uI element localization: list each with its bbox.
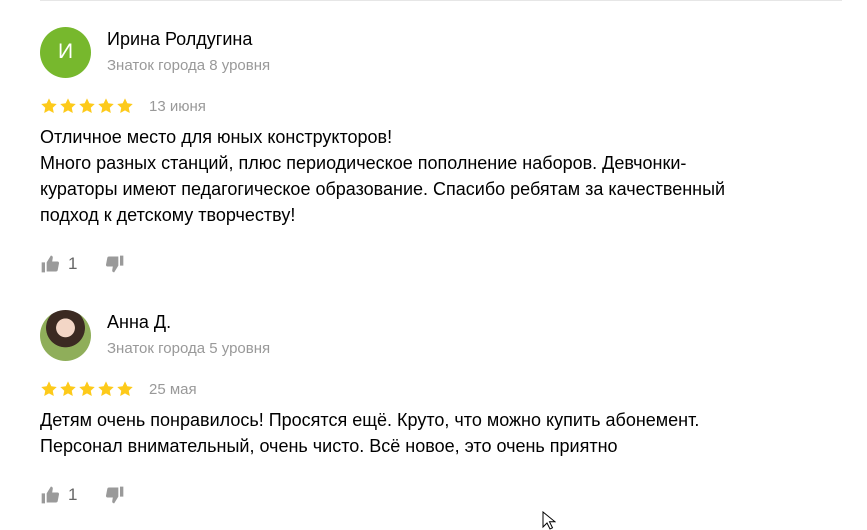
star-icon [78, 380, 96, 398]
review-card: И Ирина Ролдугина Знаток города 8 уровня… [40, 26, 830, 276]
star-rating [40, 97, 135, 115]
avatar-letter: И [57, 40, 74, 63]
avatar[interactable]: И [40, 26, 91, 78]
divider [40, 0, 842, 1]
star-icon [97, 380, 115, 398]
author-level: Знаток города 5 уровня [107, 340, 271, 357]
author-level: Знаток города 8 уровня [107, 57, 271, 74]
thumbs-down-icon [105, 485, 125, 505]
star-icon [40, 97, 58, 115]
review-text: Детям очень понравилось! Просятся ещё. К… [40, 410, 700, 456]
like-button[interactable]: 1 [40, 485, 77, 505]
dislike-button[interactable] [105, 254, 125, 274]
thumbs-up-icon [40, 485, 60, 505]
mouse-cursor-icon [542, 510, 557, 530]
like-button[interactable]: 1 [40, 254, 77, 274]
star-icon [78, 97, 96, 115]
like-count: 1 [68, 254, 78, 273]
like-count: 1 [68, 485, 78, 504]
star-icon [116, 97, 134, 115]
author-info: Анна Д. Знаток города 5 уровня [107, 311, 270, 359]
rating-row: 25 мая [40, 378, 830, 400]
avatar[interactable] [40, 309, 91, 361]
review-reactions: 1 [40, 483, 830, 507]
review-date: 13 июня [149, 97, 206, 115]
review-reactions: 1 [40, 252, 830, 276]
thumbs-down-icon [105, 254, 125, 274]
star-rating [40, 380, 135, 398]
review-author: Анна Д. Знаток города 5 уровня [40, 309, 830, 361]
review-card: Анна Д. Знаток города 5 уровня 25 мая Де… [40, 309, 830, 507]
star-icon [59, 97, 77, 115]
star-icon [40, 380, 58, 398]
star-icon [116, 380, 134, 398]
reviews-page: И Ирина Ролдугина Знаток города 8 уровня… [0, 0, 867, 530]
dislike-button[interactable] [105, 485, 125, 505]
star-icon [59, 380, 77, 398]
author-info: Ирина Ролдугина Знаток города 8 уровня [107, 28, 270, 76]
review-date: 25 мая [149, 380, 197, 398]
author-name[interactable]: Ирина Ролдугина [107, 28, 270, 50]
rating-row: 13 июня [40, 95, 830, 117]
review-author: И Ирина Ролдугина Знаток города 8 уровня [40, 26, 830, 78]
thumbs-up-icon [40, 254, 60, 274]
star-icon [97, 97, 115, 115]
author-name[interactable]: Анна Д. [107, 311, 270, 333]
review-text: Отличное место для юных конструкторов! М… [40, 127, 726, 225]
